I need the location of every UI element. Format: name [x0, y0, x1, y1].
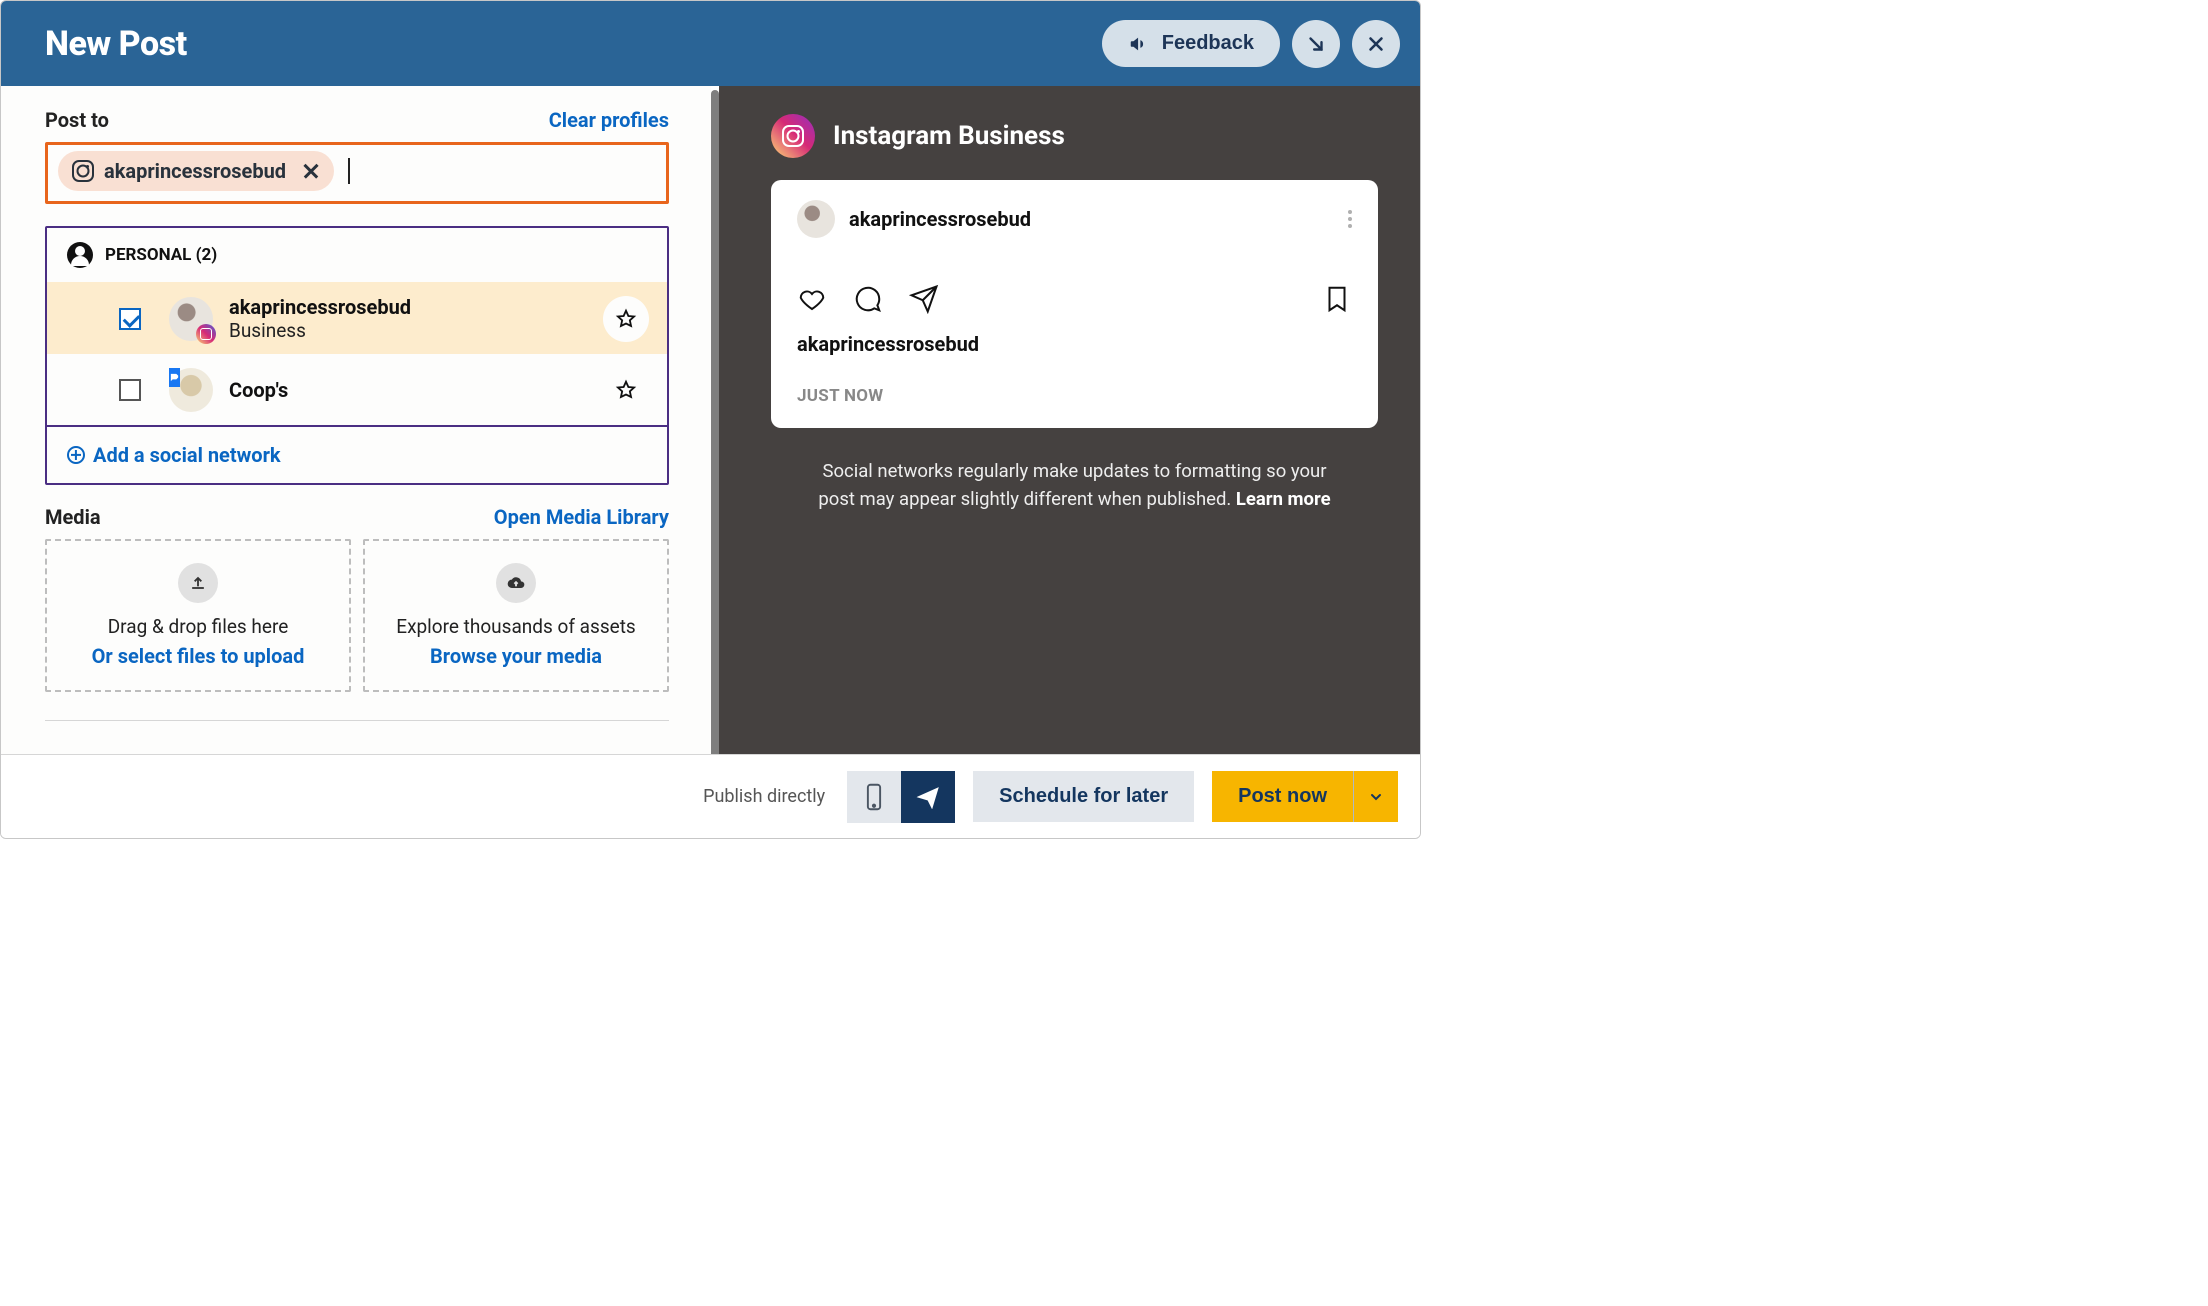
publish-mode-toggle — [847, 771, 955, 823]
chevron-down-icon — [1368, 789, 1384, 805]
account-row-instagram[interactable]: akaprincessrosebud Business — [47, 282, 667, 354]
star-icon — [615, 379, 637, 401]
account-row-facebook[interactable]: Coop's — [47, 354, 667, 425]
preview-header: Instagram Business — [771, 114, 1378, 158]
library-dropzone[interactable]: Explore thousands of assets Browse your … — [363, 539, 669, 692]
media-label: Media — [45, 505, 101, 529]
media-header-row: Media Open Media Library — [45, 505, 669, 529]
media-dropzones: Drag & drop files here Or select files t… — [45, 539, 669, 692]
dropzone1-line2[interactable]: Or select files to upload — [92, 644, 305, 668]
megaphone-icon — [1128, 33, 1150, 55]
add-network-label: Add a social network — [93, 443, 281, 467]
preview-timestamp: JUST NOW — [797, 386, 1352, 406]
publish-mobile-toggle[interactable] — [847, 771, 901, 823]
instagram-circle-icon — [771, 114, 815, 158]
more-dots-icon[interactable] — [1348, 207, 1352, 231]
app-root: New Post Feedback Post to Clear profiles — [0, 0, 1421, 839]
facebook-badge-icon — [169, 368, 180, 387]
preview-card-header: akaprincessrosebud — [797, 200, 1352, 238]
avatar — [169, 297, 213, 341]
account-subtitle: Business — [229, 319, 411, 342]
preview-username: akaprincessrosebud — [849, 207, 1031, 231]
header-bar: New Post Feedback — [1, 1, 1420, 86]
footer-bar: Publish directly Schedule for later Post… — [1, 754, 1420, 838]
publish-directly-label: Publish directly — [703, 786, 825, 807]
account-name: akaprincessrosebud — [229, 295, 411, 319]
compose-pane: Post to Clear profiles akaprincessrosebu… — [1, 86, 711, 754]
dropzone1-line1: Drag & drop files here — [108, 615, 289, 638]
profile-chip-input[interactable]: akaprincessrosebud — [45, 142, 669, 204]
header-actions: Feedback — [1102, 20, 1400, 68]
arrow-down-right-icon — [1305, 33, 1327, 55]
checkbox-unchecked-icon[interactable] — [119, 379, 141, 401]
plus-circle-icon — [67, 446, 85, 464]
schedule-button[interactable]: Schedule for later — [973, 771, 1194, 822]
cloud-upload-icon — [496, 563, 536, 603]
preview-caption-user: akaprincessrosebud — [797, 332, 1352, 356]
star-icon — [615, 308, 637, 330]
preview-pane: Instagram Business akaprincessrosebud ak… — [719, 86, 1420, 754]
account-group-header: PERSONAL (2) — [47, 228, 667, 282]
page-title: New Post — [45, 24, 187, 64]
clear-profiles-link[interactable]: Clear profiles — [549, 108, 669, 132]
upload-icon — [178, 563, 218, 603]
person-icon — [67, 242, 93, 268]
preview-card: akaprincessrosebud akaprincessrosebud JU… — [771, 180, 1378, 428]
paper-plane-icon — [916, 785, 940, 809]
pane-divider — [711, 90, 719, 758]
dropzone2-line2[interactable]: Browse your media — [430, 644, 602, 668]
open-media-library-link[interactable]: Open Media Library — [494, 505, 669, 529]
avatar — [169, 368, 213, 412]
post-now-split-button: Post now — [1212, 771, 1398, 822]
close-icon — [1365, 33, 1387, 55]
account-picker: PERSONAL (2) akaprincessrosebud Business — [45, 226, 669, 485]
bookmark-icon[interactable] — [1322, 284, 1352, 314]
checkbox-checked-icon[interactable] — [119, 308, 141, 330]
post-to-label: Post to — [45, 108, 109, 132]
publish-direct-toggle[interactable] — [901, 771, 955, 823]
learn-more-link[interactable]: Learn more — [1236, 488, 1331, 510]
post-now-dropdown[interactable] — [1354, 771, 1398, 822]
instagram-badge-icon — [196, 324, 216, 344]
preview-title: Instagram Business — [833, 121, 1065, 151]
add-social-network-link[interactable]: Add a social network — [47, 425, 667, 483]
favorite-toggle[interactable] — [603, 296, 649, 342]
instagram-icon — [72, 160, 94, 182]
post-to-row: Post to Clear profiles — [45, 108, 669, 132]
favorite-toggle[interactable] — [603, 367, 649, 413]
account-group-label: PERSONAL (2) — [105, 245, 217, 265]
feedback-label: Feedback — [1162, 32, 1254, 55]
heart-icon[interactable] — [797, 284, 827, 314]
divider — [45, 720, 669, 721]
text-caret — [348, 158, 350, 184]
post-now-button[interactable]: Post now — [1212, 771, 1353, 822]
feedback-button[interactable]: Feedback — [1102, 20, 1280, 67]
selected-profile-handle: akaprincessrosebud — [104, 159, 286, 183]
minimize-button[interactable] — [1292, 20, 1340, 68]
upload-dropzone[interactable]: Drag & drop files here Or select files t… — [45, 539, 351, 692]
selected-profile-chip[interactable]: akaprincessrosebud — [58, 151, 334, 191]
dropzone2-line1: Explore thousands of assets — [396, 615, 635, 638]
phone-icon — [863, 783, 885, 811]
account-name: Coop's — [229, 378, 288, 402]
body: Post to Clear profiles akaprincessrosebu… — [1, 86, 1420, 754]
send-icon[interactable] — [909, 284, 939, 314]
comment-icon[interactable] — [853, 284, 883, 314]
preview-disclaimer: Social networks regularly make updates t… — [771, 458, 1378, 514]
remove-chip-icon[interactable] — [302, 162, 320, 180]
avatar — [797, 200, 835, 238]
close-button[interactable] — [1352, 20, 1400, 68]
preview-actions — [797, 284, 1352, 314]
